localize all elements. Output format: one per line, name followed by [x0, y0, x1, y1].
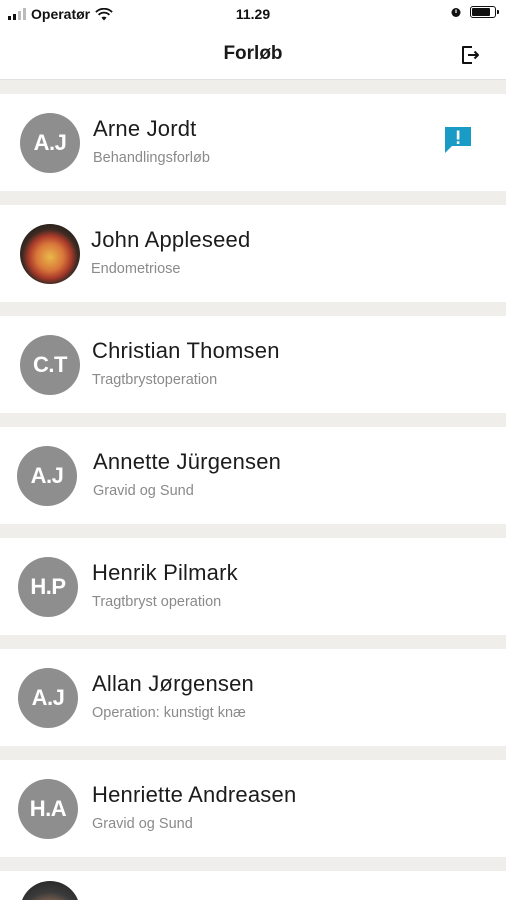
patient-course: Behandlingsforløb	[93, 150, 210, 166]
patient-name: Arne Jordt	[93, 116, 197, 141]
avatar: A.J	[20, 113, 80, 173]
patient-course: Gravid og Sund	[92, 816, 193, 832]
page-title: Forløb	[223, 43, 283, 64]
logout-icon	[462, 46, 479, 64]
status-right	[450, 6, 499, 18]
nav-bar: Forløb	[0, 30, 506, 80]
avatar: C.T	[20, 335, 80, 395]
alarm-icon	[451, 8, 461, 17]
patient-course: Tragtbrystoperation	[92, 372, 218, 388]
battery-icon	[470, 6, 499, 18]
avatar: H.P	[18, 557, 78, 617]
list-item-partial[interactable]	[0, 871, 506, 900]
list-item[interactable]: A.J Arne Jordt Behandlingsforløb	[0, 94, 506, 191]
patient-name: Henriette Andreasen	[92, 782, 297, 807]
patient-name: Annette Jürgensen	[93, 449, 282, 474]
list-item[interactable]: H.A Henriette Andreasen Gravid og Sund	[0, 760, 506, 857]
status-time: 11.29	[235, 6, 271, 22]
status-bar: Operatør 11.29	[0, 0, 506, 30]
list-item[interactable]: John Appleseed Endometriose	[0, 205, 506, 302]
patient-course: Endometriose	[91, 261, 181, 277]
patient-name: John Appleseed	[91, 227, 251, 252]
patient-name: Allan Jørgensen	[92, 671, 254, 696]
avatar-photo	[20, 881, 80, 900]
patient-course: Gravid og Sund	[93, 483, 194, 499]
avatar: A.J	[17, 446, 77, 506]
list-item[interactable]: C.T Christian Thomsen Tragtbrystoperatio…	[0, 316, 506, 413]
patient-course: Operation: kunstigt knæ	[92, 705, 246, 721]
patient-name: Henrik Pilmark	[92, 560, 238, 585]
message-alert-icon[interactable]	[442, 124, 474, 156]
avatar: A.J	[18, 668, 78, 728]
patient-course: Tragtbryst operation	[92, 594, 222, 610]
logout-button[interactable]	[456, 41, 484, 69]
patient-name: Christian Thomsen	[92, 338, 280, 363]
list-item[interactable]: A.J Annette Jürgensen Gravid og Sund	[0, 427, 506, 524]
list-item[interactable]: H.P Henrik Pilmark Tragtbryst operation	[0, 538, 506, 635]
list-item[interactable]: A.J Allan Jørgensen Operation: kunstigt …	[0, 649, 506, 746]
avatar-photo	[20, 224, 80, 284]
avatar: H.A	[18, 779, 78, 839]
